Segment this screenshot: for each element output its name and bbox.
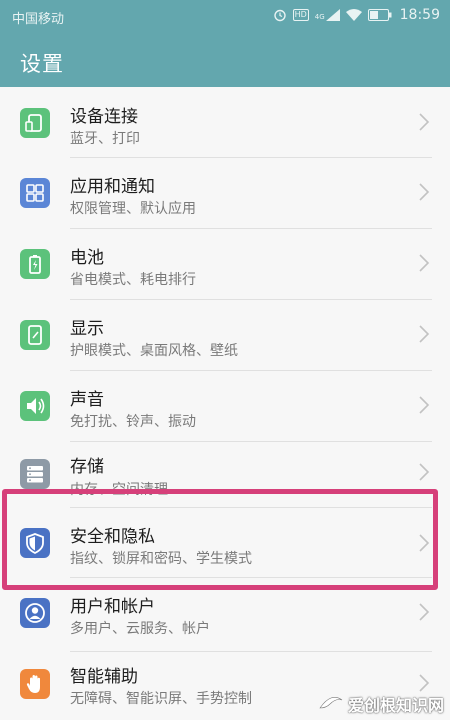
carrier-label: 中国移动 (12, 12, 65, 27)
settings-item-apps-notifications[interactable]: 应用和通知 权限管理、默认应用 (0, 158, 450, 228)
settings-item-title: 设备连接 (70, 107, 138, 127)
user-icon (20, 598, 50, 628)
settings-item-subtitle: 省电模式、耗电排行 (70, 272, 196, 288)
chevron-right-icon (419, 463, 430, 481)
settings-item-title: 用户和帐户 (70, 597, 155, 617)
settings-item-sound[interactable]: 声音 免打扰、铃声、振动 (0, 371, 450, 441)
watermark-text: 爱创根知识网 (347, 696, 444, 715)
chevron-right-icon (419, 325, 430, 343)
chevron-right-icon (419, 396, 430, 414)
battery-icon (20, 249, 50, 279)
network-signal-icon: 4G (315, 9, 340, 21)
chevron-right-icon (419, 183, 430, 201)
display-icon (20, 320, 50, 350)
chevron-right-icon (419, 113, 430, 131)
chevron-right-icon (419, 674, 430, 692)
hd-badge: HD (292, 9, 309, 21)
settings-item-title: 存储 (70, 457, 104, 477)
settings-item-subtitle: 多用户、云服务、帐户 (70, 621, 210, 637)
settings-list: 设备连接 蓝牙、打印 应用和通知 权限管理、默认应用 电池 省电模式、耗电排行 … (0, 87, 450, 720)
settings-item-title: 电池 (70, 248, 104, 268)
hand-icon (20, 669, 50, 699)
wifi-icon (345, 9, 362, 21)
settings-item-subtitle: 护眼模式、桌面风格、壁纸 (70, 343, 238, 359)
settings-item-title: 显示 (70, 319, 104, 339)
settings-item-display[interactable]: 显示 护眼模式、桌面风格、壁纸 (0, 300, 450, 370)
battery-status-icon (367, 9, 392, 21)
settings-item-subtitle: 蓝牙、打印 (70, 131, 140, 147)
status-bar: 中国移动 HD 4G 18:59 (0, 0, 450, 32)
chevron-right-icon (419, 603, 430, 621)
settings-item-subtitle: 权限管理、默认应用 (70, 201, 196, 217)
settings-item-subtitle: 无障碍、智能识屏、手势控制 (70, 691, 252, 707)
watermark-logo-icon (319, 697, 343, 709)
settings-item-title: 应用和通知 (70, 177, 155, 197)
settings-item-title: 智能辅助 (70, 667, 138, 687)
watermark: 爱创根知识网 (318, 692, 444, 716)
settings-item-device-connection[interactable]: 设备连接 蓝牙、打印 (0, 87, 450, 157)
apps-grid-icon (20, 178, 50, 208)
settings-item-title: 声音 (70, 390, 104, 410)
network-type-label: 4G (314, 13, 325, 21)
device-connection-icon (20, 108, 50, 138)
alarm-icon (273, 9, 286, 22)
highlight-annotation-box (2, 489, 438, 590)
page-title: 设置 (20, 52, 64, 76)
settings-item-subtitle: 免打扰、铃声、振动 (70, 414, 196, 430)
settings-item-users-accounts[interactable]: 用户和帐户 多用户、云服务、帐户 (0, 584, 450, 654)
speaker-icon (20, 391, 50, 421)
status-icons: HD 4G 18:59 (273, 7, 440, 23)
settings-item-battery[interactable]: 电池 省电模式、耗电排行 (0, 229, 450, 299)
clock: 18:59 (399, 7, 440, 23)
chevron-right-icon (419, 254, 430, 272)
app-header: 中国移动 HD 4G 18:59 设置 (0, 0, 450, 87)
storage-icon (20, 459, 50, 489)
